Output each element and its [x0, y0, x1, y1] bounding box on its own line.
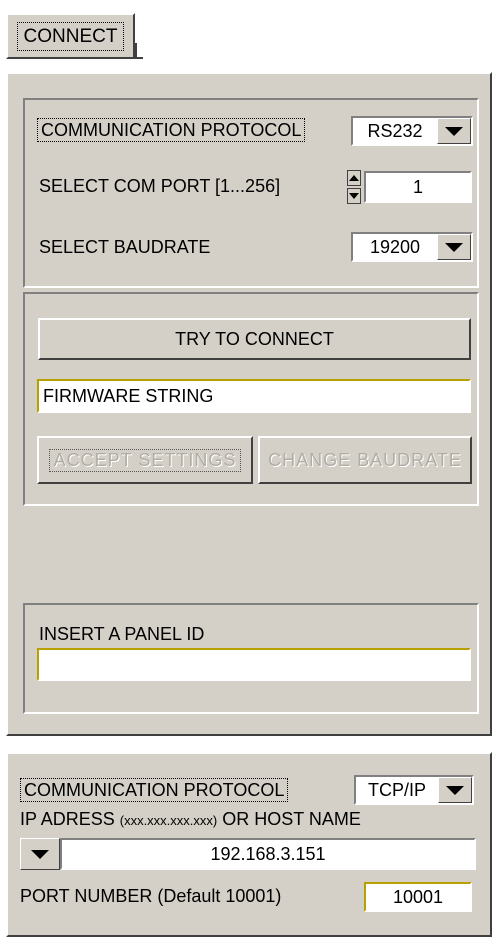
chevron-down-icon[interactable]	[437, 234, 471, 260]
ip-label-format: (xxx.xxx.xxx.xxx)	[119, 813, 218, 828]
connect-button-label: CONNECT	[16, 21, 125, 51]
com-port-value: 1	[412, 176, 423, 197]
baudrate-select-value: 19200	[369, 236, 421, 257]
change-baudrate-button[interactable]: CHANGE BAUDRATE	[258, 436, 472, 484]
firmware-string-field: FIRMWARE STRING	[37, 379, 471, 413]
try-connect-button[interactable]: TRY TO CONNECT	[38, 318, 471, 360]
ip-address-value: 192.168.3.151	[210, 843, 326, 864]
stepper-up-icon[interactable]	[347, 170, 361, 186]
baudrate-label: SELECT BAUDRATE	[39, 237, 211, 257]
port-number-input[interactable]: 10001	[364, 882, 472, 912]
change-baudrate-label: CHANGE BAUDRATE	[268, 449, 462, 470]
ip-address-input[interactable]: 192.168.3.151	[60, 838, 476, 870]
ip-address-combo[interactable]: 192.168.3.151	[20, 838, 476, 870]
chevron-down-icon[interactable]	[437, 118, 471, 144]
ip-label-main: IP ADRESS	[20, 809, 115, 829]
port-number-label: PORT NUMBER (Default 10001)	[20, 886, 282, 906]
protocol-select[interactable]: RS232	[351, 116, 473, 146]
com-port-input[interactable]: 1	[364, 171, 472, 203]
ip-address-label: IP ADRESS (xxx.xxx.xxx.xxx) OR HOST NAME	[20, 808, 361, 832]
try-connect-label: TRY TO CONNECT	[175, 328, 334, 349]
firmware-string-value: FIRMWARE STRING	[43, 385, 214, 406]
tcp-protocol-select-value: TCP/IP	[367, 779, 426, 800]
port-number-value: 10001	[392, 886, 444, 907]
chevron-down-icon[interactable]	[438, 777, 472, 803]
chevron-down-icon[interactable]	[20, 838, 60, 870]
tcp-protocol-select[interactable]: TCP/IP	[354, 775, 474, 805]
connect-button[interactable]: CONNECT	[6, 13, 135, 59]
stepper-down-icon[interactable]	[347, 188, 361, 204]
com-port-stepper[interactable]	[347, 170, 361, 204]
connect-button-edge	[135, 43, 143, 59]
tcp-protocol-label: COMMUNICATION PROTOCOL	[20, 778, 289, 802]
protocol-select-value: RS232	[367, 120, 423, 141]
protocol-label: COMMUNICATION PROTOCOL	[37, 118, 306, 142]
accept-settings-button[interactable]: ACCEPT SETTINGS	[37, 436, 253, 484]
ip-label-suffix: OR HOST NAME	[222, 809, 361, 829]
baudrate-select[interactable]: 19200	[351, 232, 473, 262]
panel-id-input[interactable]	[37, 648, 471, 681]
com-port-label: SELECT COM PORT [1...256]	[39, 176, 281, 196]
accept-settings-label: ACCEPT SETTINGS	[48, 448, 242, 472]
panel-id-label: INSERT A PANEL ID	[39, 624, 205, 644]
